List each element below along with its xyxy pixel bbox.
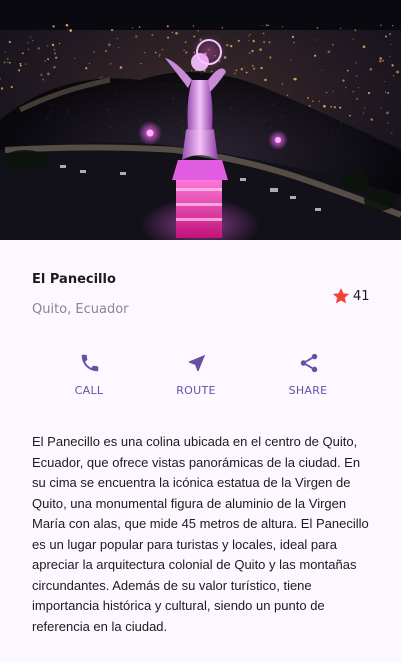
place-detail-page: El Panecillo Quito, Ecuador 41 CALL ROUT… <box>0 0 401 663</box>
star-icon <box>332 288 350 304</box>
call-label: CALL <box>74 384 104 397</box>
rating-count: 41 <box>353 288 370 304</box>
hero-image <box>0 0 401 240</box>
share-button[interactable]: SHARE <box>263 352 353 404</box>
action-bar: CALL ROUTE SHARE <box>0 352 401 404</box>
navigation-icon <box>188 354 206 372</box>
route-button[interactable]: ROUTE <box>151 352 241 404</box>
share-icon <box>300 353 318 373</box>
place-header: El Panecillo Quito, Ecuador <box>32 272 372 322</box>
place-location: Quito, Ecuador <box>32 302 129 317</box>
route-label: ROUTE <box>176 384 216 397</box>
phone-icon <box>81 354 99 372</box>
place-title: El Panecillo <box>32 272 116 287</box>
place-description: El Panecillo es una colina ubicada en el… <box>32 434 369 634</box>
hero-photo <box>0 0 401 240</box>
share-label: SHARE <box>288 384 328 397</box>
rating[interactable]: 41 <box>331 286 370 306</box>
call-button[interactable]: CALL <box>44 352 134 404</box>
